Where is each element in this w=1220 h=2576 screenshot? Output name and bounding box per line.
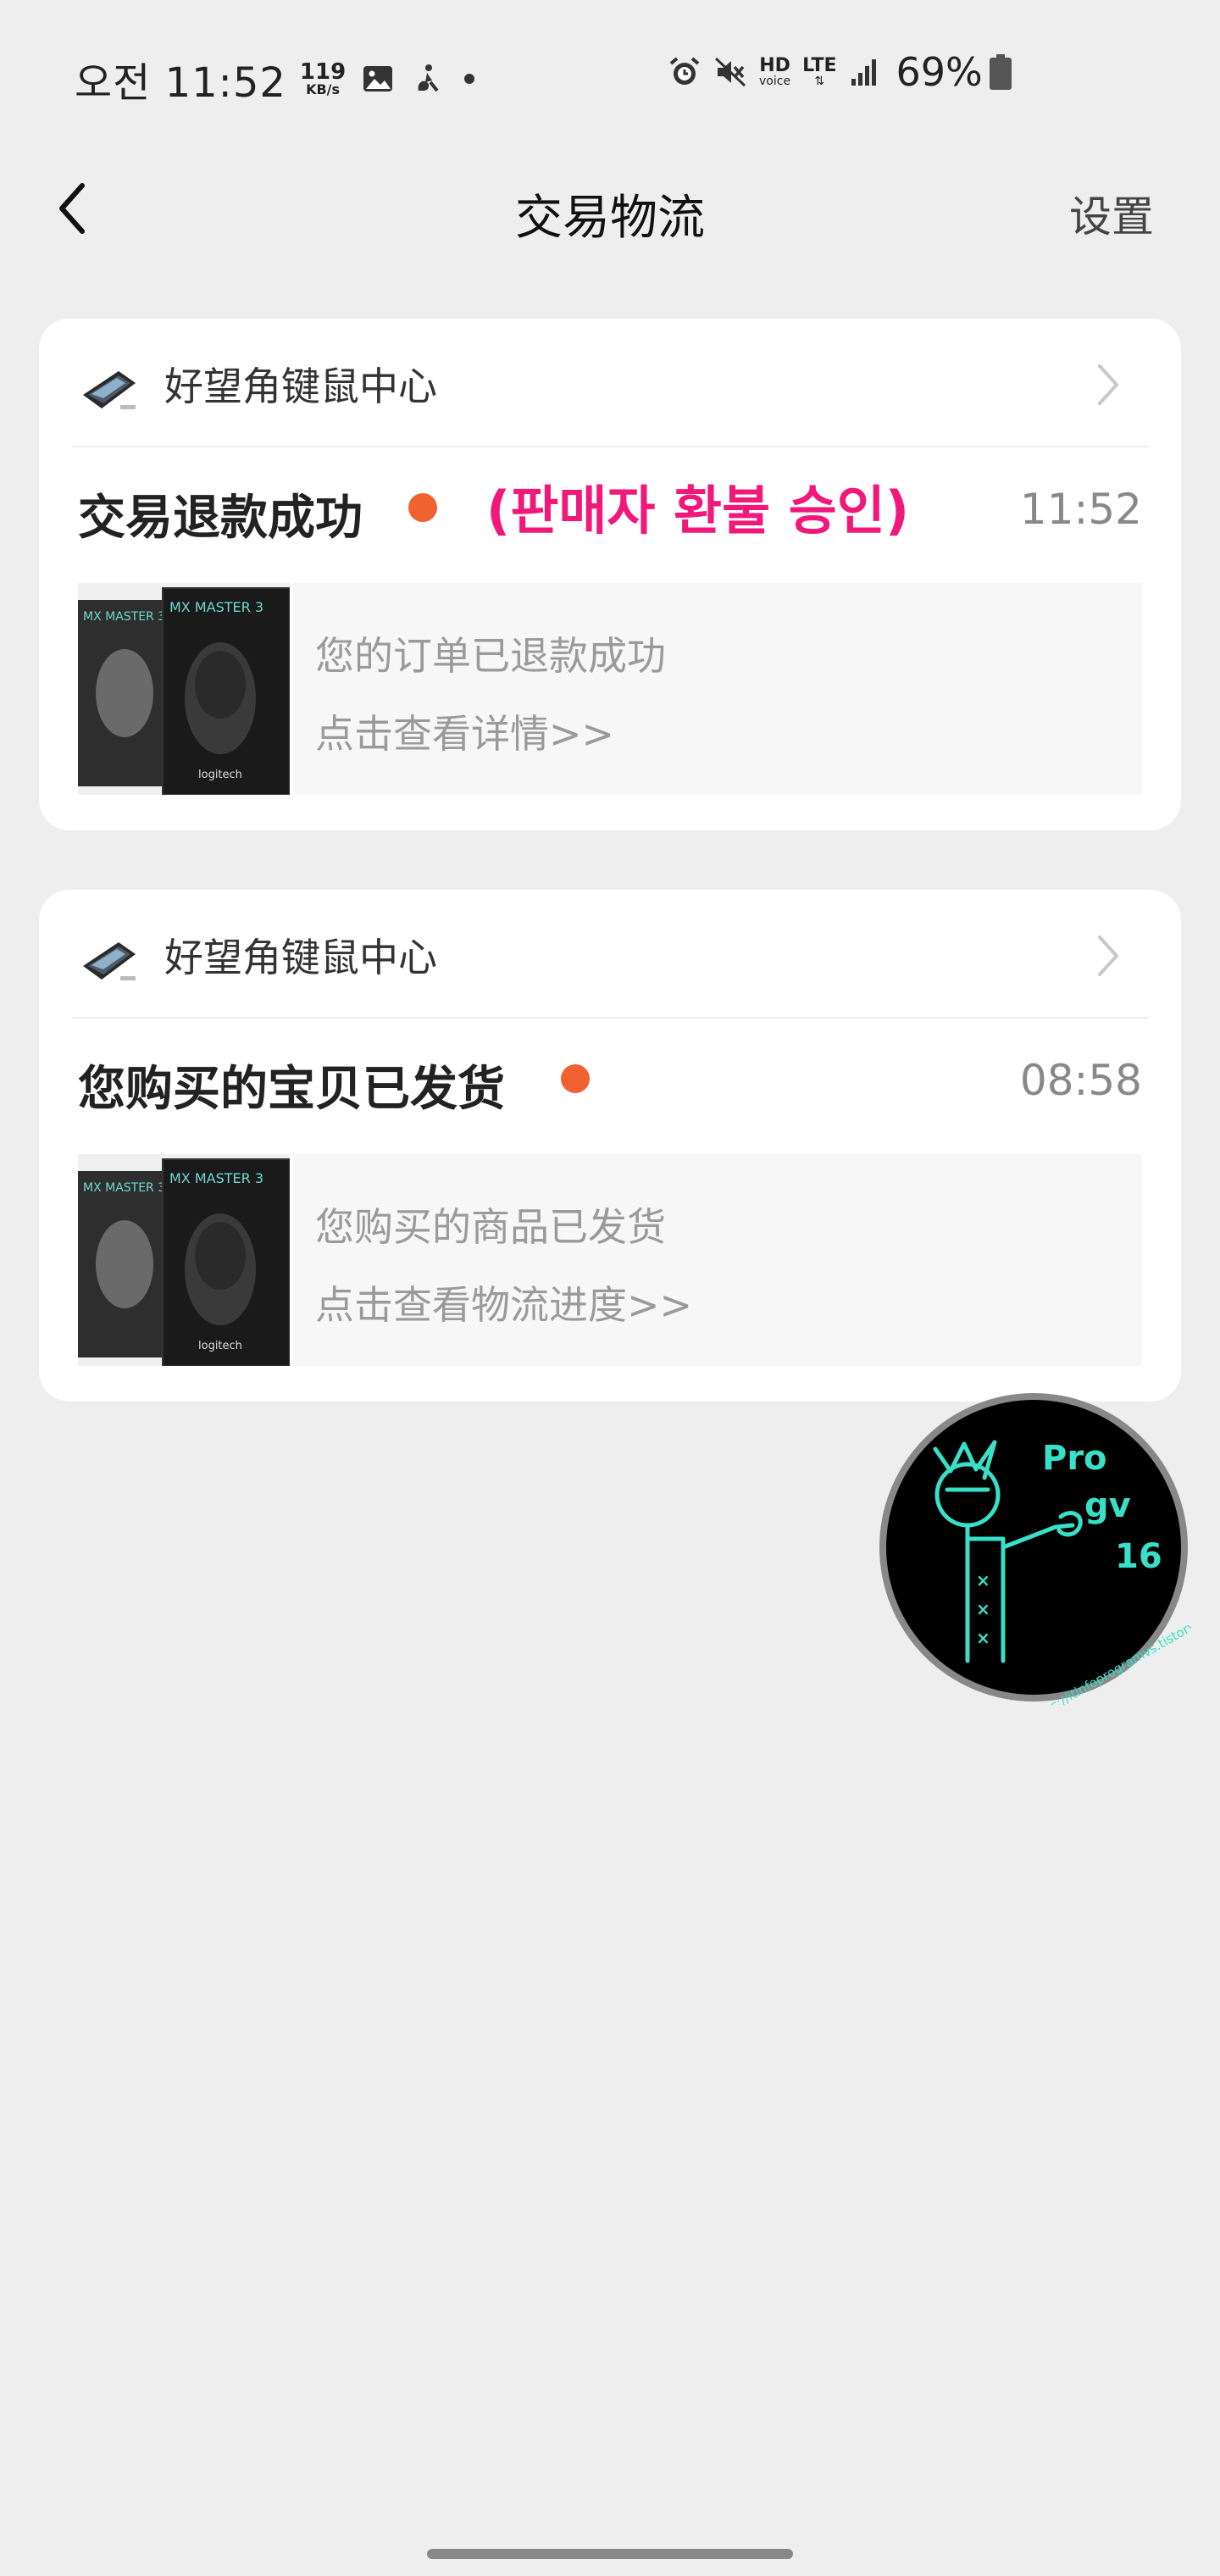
app-header: 交易物流 设置 xyxy=(0,153,1220,263)
home-indicator[interactable] xyxy=(427,2549,793,2559)
hd-voice-indicator: HD voice xyxy=(759,55,791,88)
status-time: 오전 11:52 xyxy=(75,59,286,107)
unread-dot xyxy=(408,493,437,522)
product-thumbnail[interactable]: MX MASTER 3 MX MASTER 3 logitech xyxy=(78,1154,290,1366)
watermark-logo: × × × Pro gv 16 https://itinfoprogramvs.… xyxy=(879,1393,1191,1705)
divider xyxy=(73,1017,1149,1019)
status-bar: 오전 11:52 119 KB/s HD voice LTE ⇅ 69% xyxy=(0,0,1220,153)
message-time: 11:52 xyxy=(1019,485,1142,534)
watermark-text-2: gv xyxy=(1084,1486,1131,1525)
lte-indicator: LTE ⇅ xyxy=(802,55,837,88)
svg-text:×: × xyxy=(976,1628,990,1648)
product-image: MX MASTER 3 MX MASTER 3 logitech xyxy=(78,583,290,795)
message-title: 交易退款成功 xyxy=(78,491,363,546)
message-card[interactable]: 好望角键鼠中心 交易退款成功 (판매자 환불 승인) 11:52 MX MAST… xyxy=(39,319,1181,830)
network-speed: 119 KB/s xyxy=(300,61,346,97)
notification-dot-icon xyxy=(464,74,475,84)
battery-percent: 69% xyxy=(896,49,983,95)
battery-icon xyxy=(989,54,1012,90)
brand-label: logitech xyxy=(198,1340,242,1352)
detail-text: 您购买的商品已发货 xyxy=(315,1204,666,1250)
message-detail[interactable]: 您购买的商品已发货 点击查看物流进度>> xyxy=(293,1154,1142,1366)
shop-header[interactable]: 好望角键鼠中心 xyxy=(39,890,1181,1017)
alarm-icon xyxy=(668,55,702,89)
svg-text:×: × xyxy=(976,1599,990,1619)
gallery-icon xyxy=(361,62,395,96)
box-label-front: MX MASTER 3 xyxy=(169,599,263,615)
box-label-front: MX MASTER 3 xyxy=(169,1170,263,1186)
divider xyxy=(73,446,1149,447)
shop-name: 好望角键鼠中心 xyxy=(164,935,437,980)
shop-logo-icon xyxy=(83,942,136,980)
svg-text:×: × xyxy=(976,1570,990,1591)
lte-label: LTE xyxy=(802,55,837,76)
settings-button[interactable]: 设置 xyxy=(1069,183,1154,244)
view-logistics-link[interactable]: 点击查看物流进度>> xyxy=(315,1274,692,1330)
detail-text: 您的订单已退款成功 xyxy=(315,633,666,679)
chevron-right-icon[interactable] xyxy=(1091,930,1125,981)
signal-icon xyxy=(848,55,882,89)
message-title: 您购买的宝贝已发货 xyxy=(78,1062,505,1117)
hd-sub-label: voice xyxy=(759,75,791,88)
status-right: HD voice LTE ⇅ 69% xyxy=(656,49,1012,95)
brand-label: logitech xyxy=(198,769,242,781)
box-label-back: MX MASTER 3 xyxy=(83,1181,165,1195)
accessibility-icon xyxy=(410,62,444,96)
message-time: 08:58 xyxy=(1019,1056,1142,1105)
watermark-text-1: Pro xyxy=(1042,1439,1107,1478)
network-speed-value: 119 xyxy=(299,59,347,85)
message-card[interactable]: 好望角键鼠中心 您购买的宝贝已发货 08:58 MX MASTER 3 MX M… xyxy=(39,890,1181,1402)
shop-logo-icon xyxy=(83,371,136,409)
view-details-link[interactable]: 点击查看详情>> xyxy=(315,703,614,759)
product-thumbnail[interactable]: MX MASTER 3 MX MASTER 3 logitech xyxy=(78,583,290,795)
shop-name: 好望角键鼠中心 xyxy=(164,364,437,409)
mute-icon xyxy=(713,55,747,89)
watermark-text-3: 16 xyxy=(1115,1537,1162,1576)
data-arrows-icon: ⇅ xyxy=(814,75,825,88)
hd-label: HD xyxy=(759,55,790,76)
box-label-back: MX MASTER 3 xyxy=(83,610,165,624)
shop-header[interactable]: 好望角键鼠中心 xyxy=(39,319,1181,446)
message-detail[interactable]: 您的订单已退款成功 点击查看详情>> xyxy=(293,583,1142,795)
network-speed-unit: KB/s xyxy=(306,81,341,97)
annotation-text: (판매자 환불 승인) xyxy=(486,480,910,541)
status-left: 오전 11:52 119 KB/s xyxy=(75,49,475,108)
page-title: 交易物流 xyxy=(515,191,705,246)
product-image: MX MASTER 3 MX MASTER 3 logitech xyxy=(78,1154,290,1366)
chevron-right-icon[interactable] xyxy=(1091,359,1125,410)
unread-dot xyxy=(561,1064,590,1093)
